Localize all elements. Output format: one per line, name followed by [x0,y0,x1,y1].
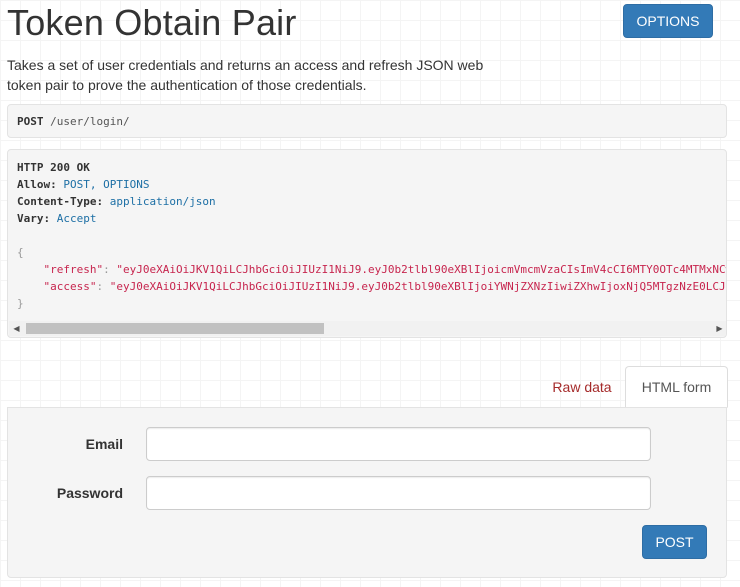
login-form: Email Password [7,407,727,578]
tab-html-form[interactable]: HTML form [625,366,728,408]
header-name: Content-Type: [17,195,104,208]
password-label: Password [56,485,123,501]
email-label: Email [85,436,123,452]
header-value: application/json [109,195,216,208]
scroll-left-icon[interactable]: ◀ [9,321,24,336]
header-value: Accept [56,212,97,225]
endpoint-description: Takes a set of user credentials and retu… [7,57,484,93]
tab-raw-data[interactable]: Raw data [540,366,624,408]
json-value: "eyJ0eXAiOiJKV1QiLCJhbGciOiJIUzI1NiJ9.ey… [109,280,726,293]
response-info[interactable]: HTTP 200 OK Allow: POST, OPTIONS Content… [7,149,727,338]
request-path: /user/login/ [50,115,130,128]
options-button[interactable]: OPTIONS [623,4,713,38]
post-submit-button[interactable]: POST [642,525,707,559]
json-close-brace: } [17,297,24,310]
header-name: Vary: [17,212,51,225]
request-line: POST /user/login/ [17,115,130,128]
json-open-brace: { [17,246,24,259]
json-key: "refresh" [43,263,104,276]
email-field[interactable] [146,427,651,461]
response-status: HTTP 200 OK [17,161,90,174]
header-name: Allow: [17,178,57,191]
horizontal-scrollbar[interactable]: ◀ ▶ [9,321,726,336]
header-value: POST, OPTIONS [63,178,150,191]
request-info: POST /user/login/ [7,104,727,138]
scrollbar-thumb[interactable] [26,323,324,334]
page-title: Token Obtain Pair [7,2,297,43]
response-content: HTTP 200 OK Allow: POST, OPTIONS Content… [17,159,726,312]
password-field[interactable] [146,476,651,510]
json-key: "access" [43,280,97,293]
browsable-api-page: Token Obtain Pair OPTIONS Takes a set of… [0,0,740,587]
json-value: "eyJ0eXAiOiJKV1QiLCJhbGciOiJIUzI1NiJ9.ey… [116,263,726,276]
scroll-right-icon[interactable]: ▶ [712,321,726,336]
request-method: POST [17,115,44,128]
